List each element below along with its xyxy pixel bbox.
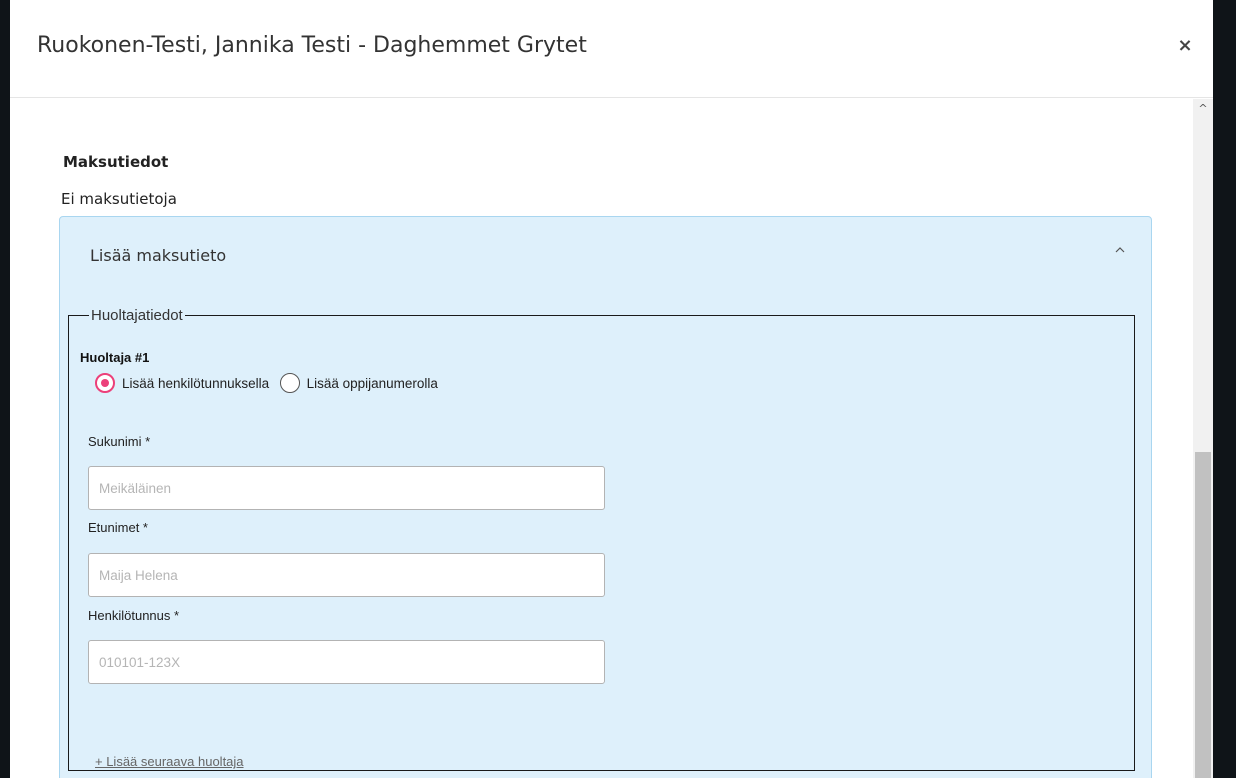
modal-title: Ruokonen-Testi, Jannika Testi - Daghemme… — [37, 33, 587, 58]
radio-label: Lisää henkilötunnuksella — [122, 375, 270, 391]
chevron-up-icon — [1115, 247, 1125, 253]
scroll-up-arrow-icon[interactable]: ^ — [1193, 99, 1213, 117]
scroll-thumb[interactable] — [1195, 452, 1211, 778]
add-next-guardian-link[interactable]: + Lisää seuraava huoltaja — [95, 754, 244, 769]
modal-header: Ruokonen-Testi, Jannika Testi - Daghemme… — [10, 0, 1213, 98]
ssn-input[interactable] — [88, 640, 605, 684]
radio-label: Lisää oppijanumerolla — [306, 375, 438, 391]
radio-option-ssn[interactable]: Lisää henkilötunnuksella — [95, 373, 269, 393]
add-payment-panel-toggle[interactable]: Lisää maksutieto — [60, 217, 1151, 293]
radio-option-learner-number[interactable]: Lisää oppijanumerolla — [279, 373, 438, 393]
close-icon: × — [1177, 35, 1193, 56]
ssn-label: Henkilötunnus * — [88, 608, 180, 623]
modal-scrollbar[interactable]: ^ — [1193, 99, 1213, 778]
panel-title: Lisää maksutieto — [90, 246, 227, 265]
firstnames-input[interactable] — [88, 553, 605, 597]
guardian-title: Huoltaja #1 — [80, 350, 150, 365]
lastname-label: Sukunimi * — [88, 434, 151, 449]
firstnames-label: Etunimet * — [88, 520, 148, 535]
guardian-legend: Huoltajatiedot — [91, 307, 183, 324]
guardian-fieldset: Huoltajatiedot Huoltaja #1 Lisää henkilö… — [68, 307, 1135, 771]
radio-checked-icon[interactable] — [95, 373, 115, 393]
radio-unchecked-icon[interactable] — [279, 373, 300, 393]
section-title: Maksutiedot — [63, 153, 169, 171]
empty-state-text: Ei maksutietoja — [61, 190, 177, 208]
close-button[interactable]: × — [1175, 34, 1195, 58]
lastname-input[interactable] — [88, 466, 605, 510]
identification-method-radio-group: Lisää henkilötunnuksella Lisää oppijanum… — [95, 373, 444, 397]
payment-modal: Ruokonen-Testi, Jannika Testi - Daghemme… — [10, 0, 1213, 778]
add-payment-panel: Lisää maksutieto Huoltajatiedot Huoltaja… — [59, 216, 1152, 778]
